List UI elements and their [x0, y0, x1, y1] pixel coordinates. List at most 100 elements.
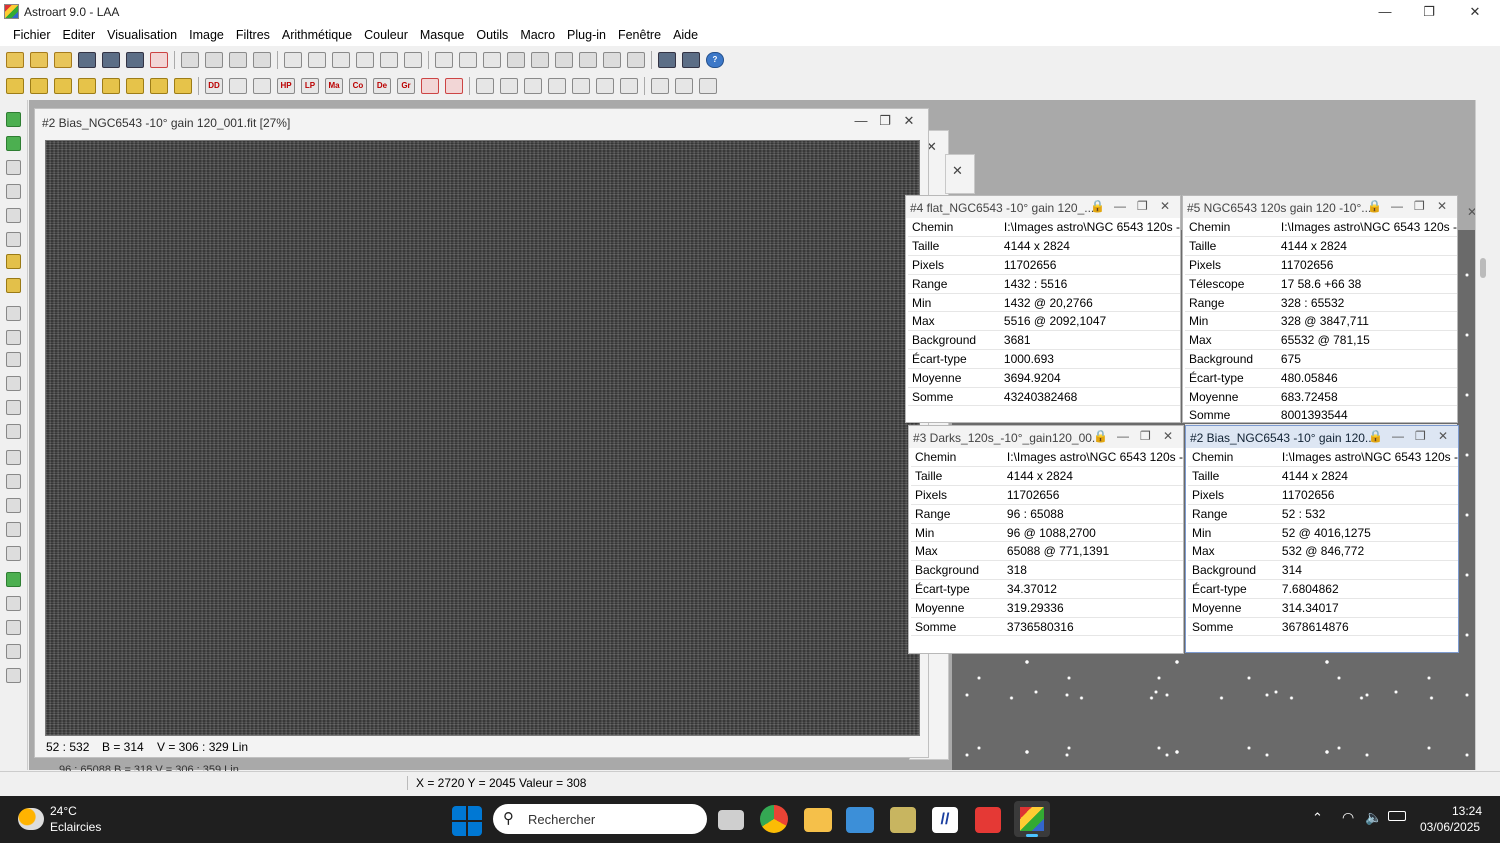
transform-icon[interactable]	[205, 52, 223, 68]
app-icon[interactable]	[4, 4, 19, 19]
book-icon[interactable]	[699, 78, 717, 94]
view-dual-icon[interactable]	[435, 52, 453, 68]
function-icon[interactable]	[102, 78, 120, 94]
taskbar-search[interactable]: ⚲ Rechercher	[493, 804, 707, 834]
lock-icon[interactable]: 🔒	[1367, 199, 1382, 213]
menu-filtres[interactable]: Filtres	[230, 24, 276, 46]
sharpen-icon[interactable]	[445, 78, 463, 94]
app-red-icon[interactable]	[975, 807, 1001, 833]
crop-icon[interactable]	[572, 78, 590, 94]
close-image-icon[interactable]	[150, 52, 168, 68]
task-view-icon[interactable]	[718, 810, 744, 830]
zoom-in-icon[interactable]	[507, 52, 525, 68]
tooltip-icon[interactable]	[459, 52, 477, 68]
menu-couleur[interactable]: Couleur	[358, 24, 414, 46]
wave-icon[interactable]	[6, 644, 21, 659]
volume-icon[interactable]: 🔈	[1365, 809, 1382, 826]
color-palette-icon[interactable]	[6, 572, 21, 587]
maximize-button[interactable]: ❐	[1406, 0, 1452, 24]
dd-filter-button[interactable]: DD	[205, 78, 223, 94]
rotate-right-icon[interactable]	[548, 78, 566, 94]
grid-icon[interactable]	[596, 78, 614, 94]
binoculars-icon[interactable]	[682, 52, 700, 68]
menu-masque[interactable]: Masque	[414, 24, 470, 46]
close-icon[interactable]: ✕	[1467, 205, 1475, 219]
tool-gold-1-icon[interactable]	[6, 254, 21, 269]
menu-editer[interactable]: Editer	[57, 24, 102, 46]
mosaic-icon[interactable]	[6, 352, 21, 367]
clock-date[interactable]: 03/06/2025	[1420, 820, 1480, 834]
tool-4-icon[interactable]	[6, 232, 21, 247]
chrome-icon[interactable]	[760, 805, 788, 833]
menu-macro[interactable]: Macro	[514, 24, 561, 46]
tool-2-icon[interactable]	[6, 184, 21, 199]
open-multiple-icon[interactable]	[54, 52, 72, 68]
close-icon[interactable]: ✕	[1160, 199, 1170, 213]
comment-delete-icon[interactable]	[6, 546, 21, 561]
save-icon[interactable]	[78, 52, 96, 68]
open-folder-icon[interactable]	[6, 52, 24, 68]
compare-icon[interactable]	[6, 620, 21, 635]
vertical-scrollbar[interactable]	[1475, 100, 1500, 770]
open-recent-icon[interactable]	[30, 52, 48, 68]
histogram-icon[interactable]	[284, 52, 302, 68]
levels-icon[interactable]	[229, 78, 247, 94]
monitor-icon[interactable]	[603, 52, 621, 68]
lock-icon[interactable]: 🔒	[1093, 429, 1108, 443]
lock-icon[interactable]: 🔒	[1368, 429, 1383, 443]
graph-icon[interactable]	[6, 424, 21, 439]
maximize-icon[interactable]: ❐	[875, 113, 895, 129]
tool-3-icon[interactable]	[6, 208, 21, 223]
menu-aide[interactable]: Aide	[667, 24, 704, 46]
tool-1-icon[interactable]	[6, 160, 21, 175]
clock-time[interactable]: 13:24	[1452, 804, 1482, 818]
co-filter-button[interactable]: Co	[349, 78, 367, 94]
magnifier-icon[interactable]	[6, 450, 21, 465]
rotate-left-icon[interactable]	[524, 78, 542, 94]
chevron-up-icon[interactable]: ⌃	[1312, 810, 1323, 826]
help-icon[interactable]: ?	[706, 52, 724, 68]
lp-filter-button[interactable]: LP	[301, 78, 319, 94]
plus-icon[interactable]	[6, 78, 24, 94]
fit-window-icon[interactable]	[555, 52, 573, 68]
info-window-darks[interactable]: #3 Darks_120s_-10°_gain120_00... 🔒 — ❐ ✕…	[908, 425, 1184, 654]
green-play-icon[interactable]	[6, 136, 21, 151]
app-printer-icon[interactable]	[890, 807, 916, 833]
tool-gold-2-icon[interactable]	[6, 278, 21, 293]
flip-horizontal-icon[interactable]	[476, 78, 494, 94]
maximize-icon[interactable]: ❐	[1137, 199, 1148, 213]
close-icon[interactable]: ✕	[1163, 429, 1173, 443]
blur-icon[interactable]	[421, 78, 439, 94]
window-cascade-icon[interactable]	[651, 78, 669, 94]
close-icon[interactable]: ✕	[1437, 199, 1447, 213]
info-window-bias[interactable]: #2 Bias_NGC6543 -10° gain 120... 🔒 — ❐ ✕…	[1185, 425, 1459, 653]
disabled-tool-icon[interactable]	[6, 668, 21, 683]
rgb-icon[interactable]	[6, 596, 21, 611]
zoom-window-icon[interactable]	[308, 52, 326, 68]
menu-fenetre[interactable]: Fenêtre	[612, 24, 667, 46]
window-new-icon[interactable]	[675, 78, 693, 94]
calibrate-icon[interactable]	[174, 78, 192, 94]
minimize-icon[interactable]: —	[1391, 199, 1403, 213]
photos-app-icon[interactable]	[846, 807, 874, 833]
app-ii-icon[interactable]: //	[932, 807, 958, 833]
menu-plugin[interactable]: Plug-in	[561, 24, 612, 46]
save-all-icon[interactable]	[126, 52, 144, 68]
multiply-icon[interactable]	[54, 78, 72, 94]
view-dots-icon[interactable]	[483, 52, 501, 68]
maximize-icon[interactable]: ❐	[1415, 429, 1426, 443]
minimize-icon[interactable]: —	[851, 113, 871, 128]
close-icon[interactable]: ✕	[1438, 429, 1448, 443]
file-explorer-icon[interactable]	[804, 808, 832, 832]
close-button[interactable]: ✕	[1452, 0, 1498, 24]
curve-icon[interactable]	[356, 52, 374, 68]
sigma-icon[interactable]	[332, 52, 350, 68]
close-icon[interactable]: ✕	[952, 163, 963, 179]
copy-icon[interactable]	[229, 52, 247, 68]
ma-filter-button[interactable]: Ma	[325, 78, 343, 94]
circle-filter-icon[interactable]	[253, 78, 271, 94]
info-window-flat[interactable]: #4 flat_NGC6543 -10° gain 120_... 🔒 — ❐ …	[905, 195, 1181, 423]
battery-icon[interactable]	[1388, 811, 1406, 821]
minimize-icon[interactable]: —	[1117, 429, 1129, 443]
chart-icon[interactable]	[6, 474, 21, 489]
